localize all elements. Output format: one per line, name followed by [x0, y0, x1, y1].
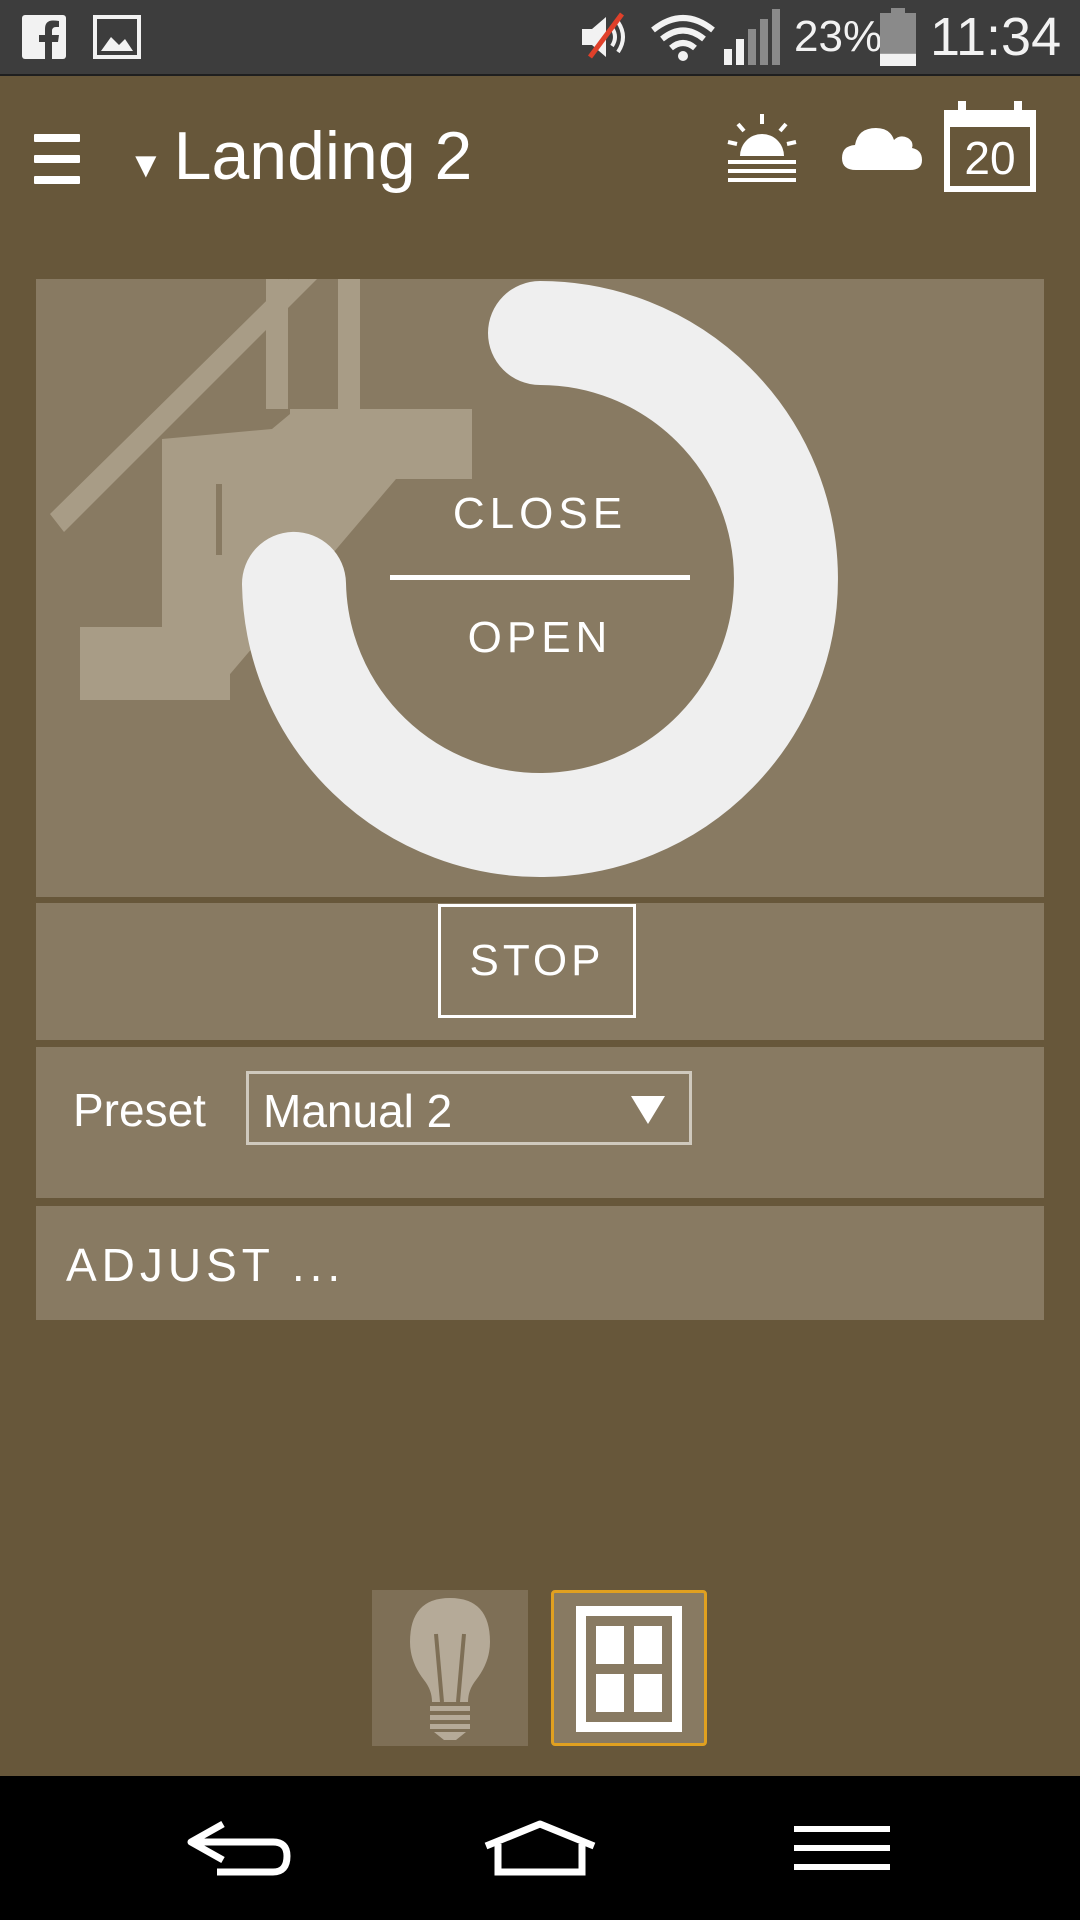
- back-icon[interactable]: [138, 1776, 338, 1920]
- stop-card: STOP: [36, 903, 1044, 1040]
- battery-icon: [880, 0, 916, 74]
- menu-icon[interactable]: [30, 132, 84, 186]
- position-ring[interactable]: [36, 279, 1044, 897]
- tab-lights[interactable]: [372, 1590, 528, 1746]
- preset-card: Preset Manual 2: [36, 1047, 1044, 1198]
- preset-select[interactable]: Manual 2: [246, 1071, 692, 1145]
- adjust-button[interactable]: ADJUST ...: [36, 1206, 1044, 1320]
- facebook-icon: [22, 0, 66, 74]
- preset-value: Manual 2: [263, 1085, 453, 1137]
- calendar-day: 20: [964, 132, 1016, 184]
- status-bar: 23% 11:34: [0, 0, 1080, 76]
- recent-apps-icon[interactable]: [742, 1776, 942, 1920]
- battery-percent: 23%: [794, 12, 883, 61]
- divider: [390, 575, 690, 580]
- close-button[interactable]: CLOSE: [280, 489, 800, 539]
- signal-icon: [724, 0, 782, 74]
- chevron-down-icon: [631, 1096, 665, 1124]
- room-selector[interactable]: ▼ Landing 2: [128, 116, 472, 196]
- app-bar: ▼ Landing 2 20: [0, 76, 1080, 236]
- calendar-icon[interactable]: 20: [944, 101, 1036, 198]
- stop-button[interactable]: STOP: [438, 904, 636, 1018]
- shutter-control-card: CLOSE OPEN: [36, 279, 1044, 897]
- clock: 11:34: [930, 7, 1062, 67]
- preset-label: Preset: [73, 1084, 206, 1136]
- open-button[interactable]: OPEN: [280, 613, 800, 663]
- image-icon: [93, 0, 141, 74]
- volume-muted-icon: [578, 0, 638, 74]
- navigation-bar: [0, 1776, 1080, 1920]
- tab-shutters[interactable]: [551, 1590, 707, 1746]
- adjust-label: ADJUST ...: [66, 1239, 346, 1291]
- window-icon: [576, 1606, 682, 1732]
- cloud-icon[interactable]: [842, 118, 922, 179]
- sunrise-icon[interactable]: [726, 112, 798, 189]
- lightbulb-icon: [410, 1598, 490, 1740]
- home-icon[interactable]: [440, 1776, 640, 1920]
- page-title: Landing 2: [173, 118, 473, 194]
- wifi-icon: [650, 0, 716, 74]
- dropdown-caret-icon: ▼: [128, 144, 164, 185]
